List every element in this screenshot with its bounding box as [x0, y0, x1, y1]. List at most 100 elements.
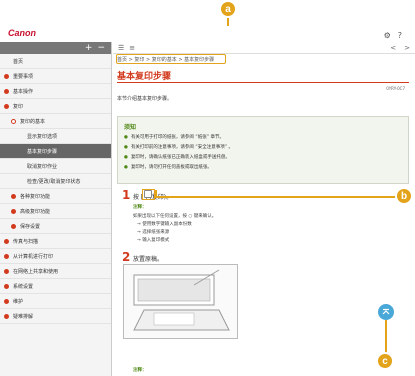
sidebar-item[interactable]: 保存设置: [0, 219, 111, 234]
sidebar-item-label: 各种复印功能: [20, 193, 51, 200]
sidebar-item[interactable]: 复印: [0, 99, 111, 114]
step-number: 1: [122, 188, 131, 202]
step-text: 放置原稿。: [133, 256, 164, 263]
doc-id: 0YRY-0C7: [386, 86, 405, 91]
sidebar-item-label: 检查/更改/取消复印状态: [27, 178, 81, 185]
bullet-icon: [4, 103, 9, 109]
sidebar-item[interactable]: 在网络上共享和使用: [0, 264, 111, 279]
sidebar: + − 首页重要事项基本操作复印复印的基本显示复印选项 基本复印步骤 取消复印作业检…: [0, 42, 112, 376]
intro-text: 本节介绍基本复印步骤。: [117, 96, 173, 102]
expand-all-button[interactable]: +: [85, 42, 93, 54]
step-sub: → 使用数字键输入副本份数: [137, 222, 192, 227]
page-title: 基本复印步骤: [117, 72, 172, 82]
bullet-icon: [4, 88, 9, 94]
callout-b-leader: [155, 190, 157, 197]
step-sub: → 输入复印模式: [137, 238, 170, 243]
app-header: Canon ⚙ ?: [0, 0, 415, 41]
back-to-top-button[interactable]: [378, 304, 394, 320]
sidebar-item-label: 取消复印作业: [27, 163, 58, 170]
sidebar-item[interactable]: 基本复印步骤: [0, 144, 111, 159]
callout-c-leader: [385, 320, 387, 354]
callout-b: b: [395, 187, 413, 205]
title-divider: [117, 82, 409, 83]
scanner-illustration: [133, 269, 230, 331]
sidebar-item[interactable]: 首页: [0, 54, 111, 69]
help-icon[interactable]: ?: [398, 31, 402, 40]
bullet-icon: [4, 298, 9, 304]
important-line: ● 有关打印前的注意事项，请参阅 “安全注意事项” 。: [124, 145, 233, 150]
bullet-icon: [11, 208, 16, 214]
important-line: ● 有关可用于打印的纸张，请参阅 “纸张” 章节。: [124, 135, 224, 140]
bullet-icon: [18, 179, 23, 184]
bullet-icon: [11, 118, 16, 124]
sidebar-item-label: 基本操作: [13, 88, 34, 95]
content-toolbar: ☰ ≡ < >: [113, 42, 415, 54]
bullet-icon: [11, 223, 16, 229]
next-page-button[interactable]: >: [404, 44, 410, 52]
bullet-icon: [18, 164, 23, 169]
bullet-icon: [18, 134, 23, 139]
sidebar-toolbar: + −: [0, 42, 111, 54]
important-line: ● 复印时，请勿打开任何盖板或取出纸张。: [124, 165, 212, 170]
sidebar-item-label: 显示复印选项: [27, 133, 58, 140]
note-label: 注释：: [133, 368, 147, 373]
sidebar-item[interactable]: 疑难排解: [0, 309, 111, 324]
step-number: 2: [122, 250, 131, 264]
callout-a-leader: [227, 17, 229, 26]
sidebar-item-label: 基本复印步骤: [27, 148, 58, 155]
sidebar-item-label: 保存设置: [20, 223, 41, 230]
bullet-icon: [4, 268, 9, 274]
sidebar-item-label: 高级复印功能: [20, 208, 51, 215]
important-title: 须知: [124, 124, 137, 131]
original-placement-illustration: [123, 264, 238, 339]
sidebar-item[interactable]: 检查/更改/取消复印状态: [0, 174, 111, 189]
breadcrumb[interactable]: 首页 > 复印 > 复印的基本 > 基本复印步骤: [117, 56, 214, 63]
copy-key-icon: [144, 190, 152, 198]
sidebar-item[interactable]: 取消复印作业: [0, 159, 111, 174]
bullet-icon: [4, 73, 9, 79]
content-pane: ☰ ≡ < > 首页 > 复印 > 复印的基本 > 基本复印步骤 基本复印步骤 …: [113, 42, 415, 376]
bullet-icon: [4, 238, 9, 244]
previous-page-button[interactable]: <: [390, 44, 396, 52]
sidebar-item[interactable]: 重要事项: [0, 69, 111, 84]
sidebar-item-label: 复印的基本: [20, 118, 46, 125]
note-label: 注释：: [133, 205, 147, 210]
list-icon[interactable]: ☰: [118, 44, 124, 52]
sidebar-item[interactable]: 系统设置: [0, 279, 111, 294]
sidebar-item[interactable]: 各种复印功能: [0, 189, 111, 204]
sidebar-item[interactable]: 复印的基本: [0, 114, 111, 129]
sidebar-item-label: 系统设置: [13, 283, 34, 290]
bullet-icon: [18, 149, 23, 154]
sidebar-item-label: 维护: [13, 298, 24, 305]
sidebar-item-label: 首页: [13, 58, 24, 65]
sidebar-item[interactable]: 高级复印功能: [0, 204, 111, 219]
important-line: ● 复印时，请确认纸张已正确装入纸盒或手送托盘。: [124, 155, 230, 160]
chevron-up-icon: [382, 308, 390, 315]
bullet-icon: [11, 193, 16, 199]
sidebar-item-label: 从计算机进行打印: [13, 253, 54, 260]
title-icon[interactable]: ≡: [129, 44, 135, 52]
sidebar-item-label: 疑难排解: [13, 313, 34, 320]
sidebar-item[interactable]: 显示复印选项: [0, 129, 111, 144]
sidebar-item[interactable]: 从计算机进行打印: [0, 249, 111, 264]
collapse-all-button[interactable]: −: [97, 42, 105, 54]
sidebar-item-label: 复印: [13, 103, 24, 110]
callout-b-leader: [155, 196, 397, 198]
bullet-icon: [4, 283, 9, 289]
callout-a: a: [219, 0, 237, 18]
sidebar-item-label: 重要事项: [13, 73, 34, 80]
canon-logo: Canon: [8, 28, 36, 38]
sidebar-item-label: 传真与扫描: [13, 238, 39, 245]
bullet-icon: [4, 313, 9, 319]
bullet-icon: [4, 59, 9, 64]
bullet-icon: [4, 253, 9, 259]
sidebar-item[interactable]: 基本操作: [0, 84, 111, 99]
step-sub: → 选择纸张来源: [137, 230, 170, 235]
gear-icon[interactable]: ⚙: [384, 31, 391, 40]
callout-c: c: [376, 352, 394, 370]
sidebar-item[interactable]: 维护: [0, 294, 111, 309]
sidebar-item[interactable]: 传真与扫描: [0, 234, 111, 249]
step-sub: 如果出现以下任何设置，按 ○ 键来确认。: [133, 214, 217, 219]
important-box: 须知 ● 有关可用于打印的纸张，请参阅 “纸张” 章节。 ● 有关打印前的注意事项，…: [117, 116, 409, 184]
sidebar-item-label: 在网络上共享和使用: [13, 268, 59, 275]
